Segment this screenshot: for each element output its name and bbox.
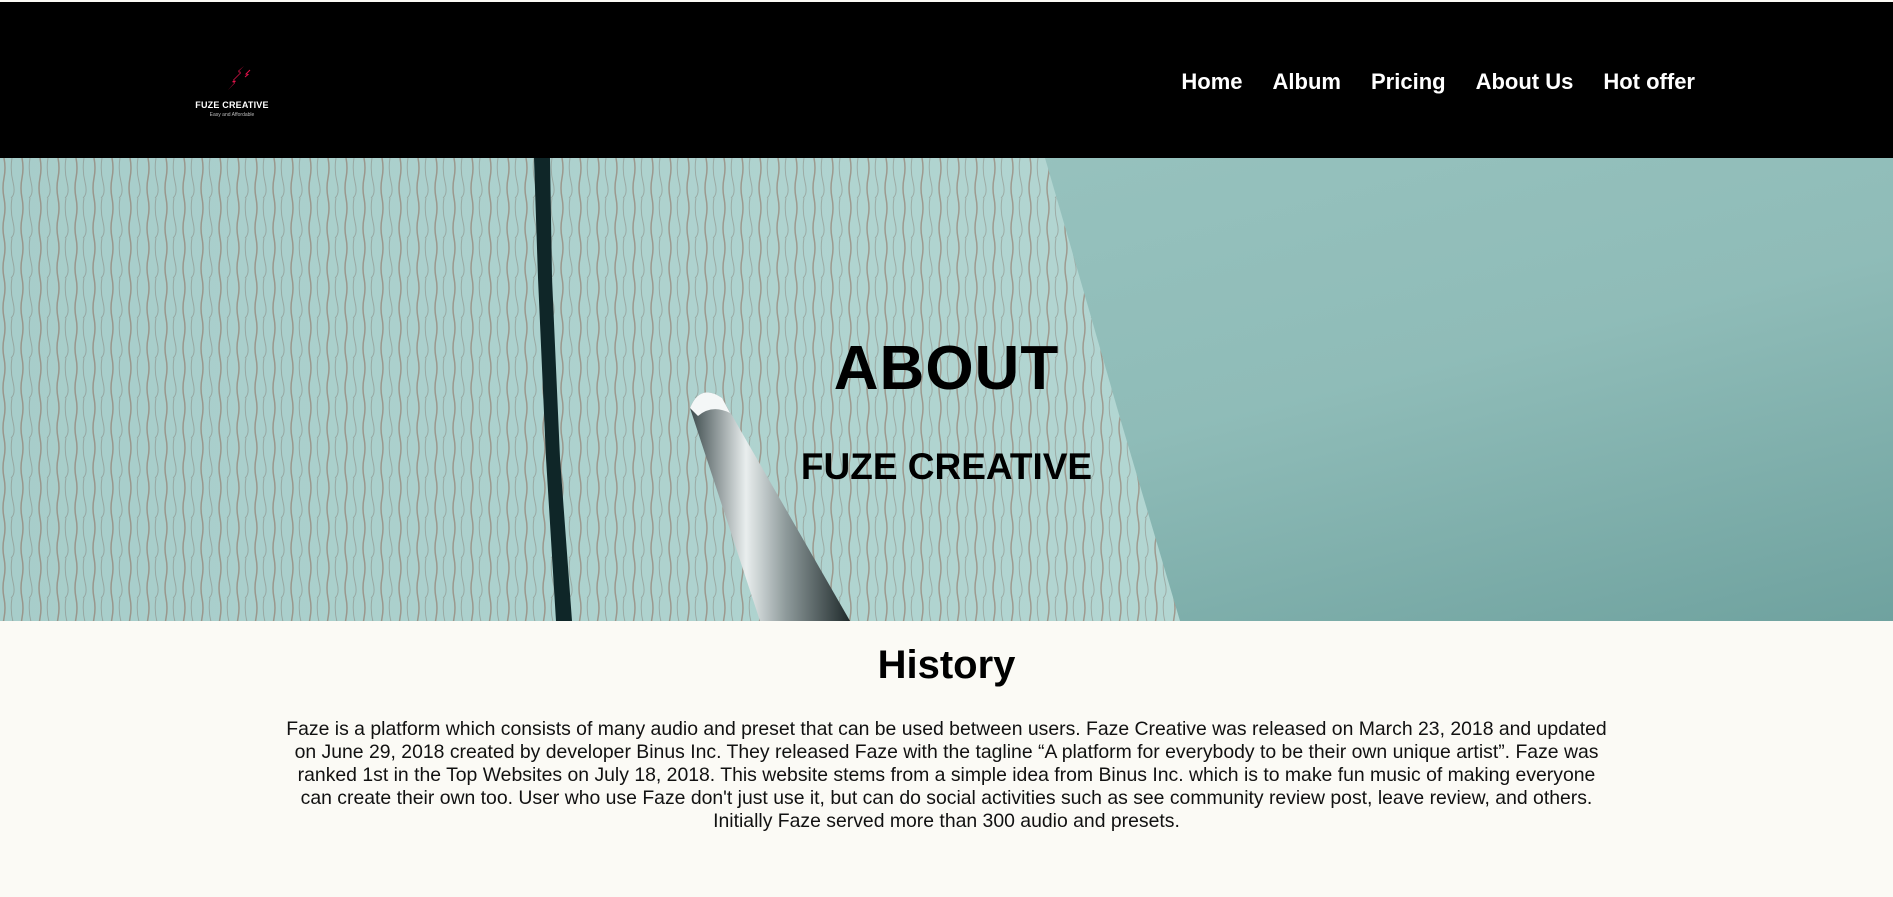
lightning-bolt-icon: [228, 66, 251, 90]
nav-link-about-us[interactable]: About Us: [1476, 68, 1574, 96]
nav-link-home[interactable]: Home: [1181, 68, 1242, 96]
logo-title: FUZE CREATIVE: [195, 100, 269, 110]
logo-tagline: Easy and Affordable: [209, 112, 255, 118]
nav-link-pricing[interactable]: Pricing: [1371, 68, 1446, 96]
nav-link-hot-offer[interactable]: Hot offer: [1603, 68, 1695, 96]
main-nav: Home Album Pricing About Us Hot offer: [1151, 68, 1695, 96]
logo[interactable]: FUZE CREATIVE Easy and Affordable: [186, 60, 296, 130]
navbar: FUZE CREATIVE Easy and Affordable Home A…: [0, 2, 1893, 158]
page: FUZE CREATIVE Easy and Affordable Home A…: [0, 0, 1893, 897]
nav-link-album[interactable]: Album: [1273, 68, 1341, 96]
hero-banner: ABOUT FUZE CREATIVE: [0, 158, 1893, 621]
hero-subtitle: FUZE CREATIVE: [800, 446, 1093, 487]
history-paragraph: Faze is a platform which consists of man…: [286, 718, 1607, 832]
history-heading: History: [877, 643, 1016, 687]
hero-title: ABOUT: [833, 334, 1060, 403]
